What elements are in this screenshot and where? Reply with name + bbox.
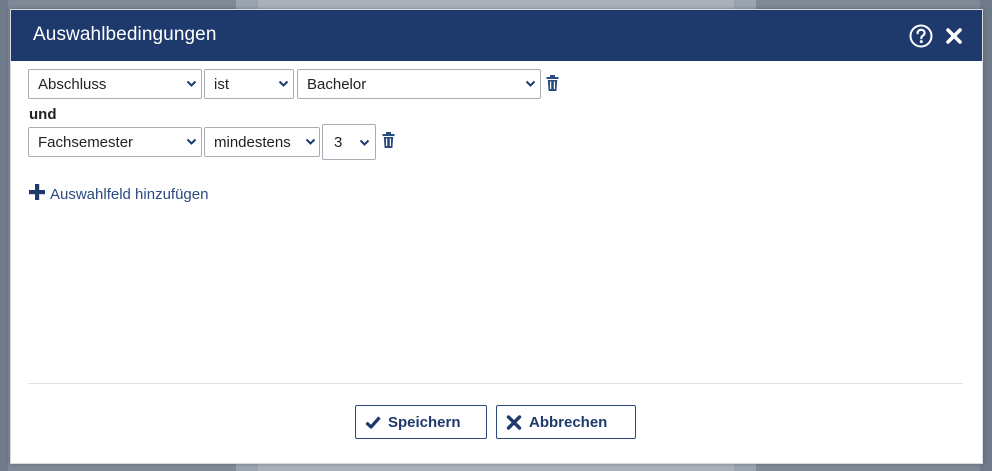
chevron-down-icon: [186, 80, 197, 87]
cancel-button-label: Abbrechen: [529, 414, 608, 431]
condition-1-operator-select[interactable]: ist: [204, 69, 294, 99]
condition-2-value-value: 3: [334, 134, 343, 151]
condition-2-field-value: Fachsemester: [38, 134, 134, 151]
chevron-down-icon: [186, 138, 197, 145]
condition-1-delete-trash-icon[interactable]: [546, 75, 559, 91]
checkmark-icon: [365, 416, 381, 429]
chevron-down-icon: [305, 138, 316, 145]
help-circle-icon[interactable]: [909, 24, 933, 48]
condition-1-value-select[interactable]: Bachelor: [297, 69, 541, 99]
close-icon[interactable]: [944, 26, 964, 46]
condition-2-value-select[interactable]: 3: [322, 124, 376, 160]
cancel-button[interactable]: Abbrechen: [496, 405, 636, 439]
condition-2-delete-trash-icon[interactable]: [382, 132, 395, 148]
backdrop-left-stripe: [0, 0, 8, 471]
condition-1-field-value: Abschluss: [38, 76, 107, 93]
dialog-body: Abschluss ist Bachelor und Fachsemester …: [11, 61, 982, 463]
plus-icon: [29, 184, 45, 200]
save-button[interactable]: Speichern: [355, 405, 487, 439]
dialog-header: Auswahlbedingungen: [11, 10, 982, 61]
save-button-label: Speichern: [388, 414, 461, 431]
chevron-down-icon: [278, 80, 289, 87]
conjunction-label: und: [29, 106, 57, 123]
close-x-icon: [506, 415, 522, 430]
add-selection-field-label: Auswahlfeld hinzufügen: [50, 186, 209, 203]
condition-2-field-select[interactable]: Fachsemester: [28, 127, 202, 157]
footer-divider: [28, 383, 963, 384]
condition-1-field-select[interactable]: Abschluss: [28, 69, 202, 99]
condition-2-operator-value: mindestens: [214, 134, 291, 151]
selection-conditions-dialog: Auswahlbedingungen Abschluss ist Bachelo…: [10, 9, 983, 464]
dialog-title: Auswahlbedingungen: [33, 24, 217, 45]
condition-2-operator-select[interactable]: mindestens: [204, 127, 320, 157]
condition-1-operator-value: ist: [214, 76, 229, 93]
chevron-down-icon: [359, 139, 370, 146]
chevron-down-icon: [525, 80, 536, 87]
condition-1-value-value: Bachelor: [307, 76, 367, 93]
